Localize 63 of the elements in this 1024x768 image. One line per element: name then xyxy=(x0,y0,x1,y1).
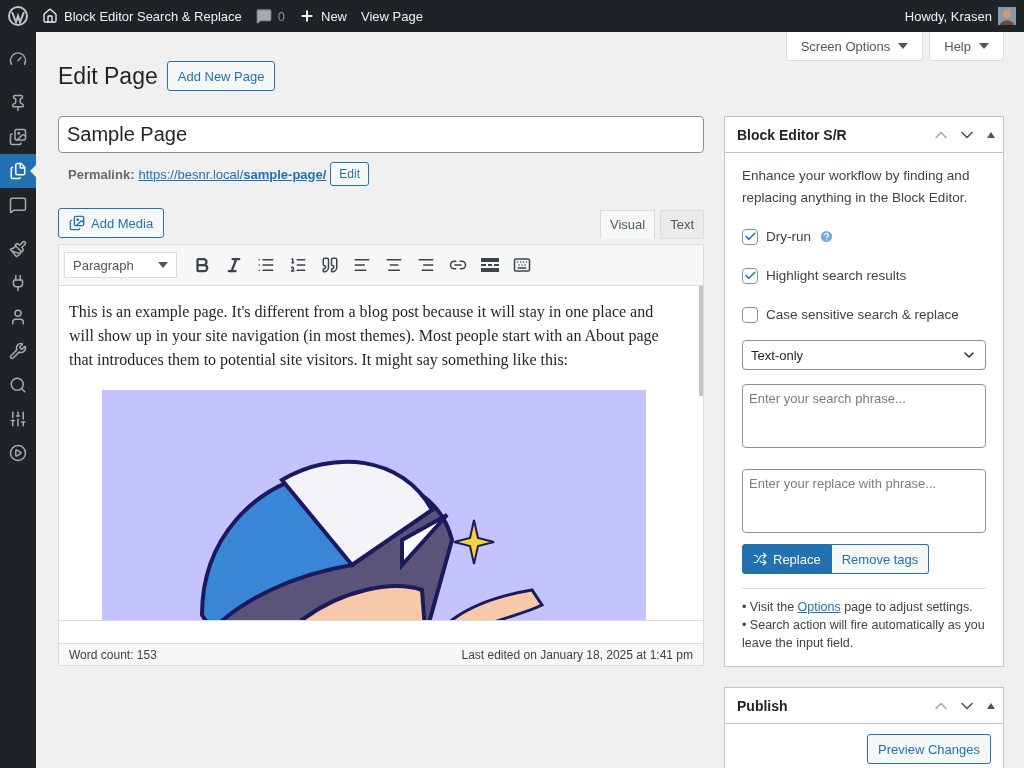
page-heading: Edit Page xyxy=(58,62,158,90)
gauge-icon xyxy=(9,50,27,68)
search-note: • Search action will fire automatically as you leave the input field. xyxy=(742,617,986,652)
search-field[interactable]: Enter your search phrase... xyxy=(742,384,986,448)
editor-tab[interactable]: Visual xyxy=(599,210,656,239)
option-label: Highlight search results xyxy=(766,268,907,283)
search-icon xyxy=(9,376,27,394)
comment-count[interactable]: 0 xyxy=(277,8,285,24)
permalink-label: Permalink: xyxy=(68,166,135,182)
option-label: Case sensitive search & replace xyxy=(766,307,959,322)
preview-changes-button[interactable]: Preview Changes xyxy=(867,734,991,764)
remove-tags-button[interactable]: Remove tags xyxy=(831,544,930,574)
plus-icon[interactable] xyxy=(299,8,315,24)
screen-meta-tab[interactable]: Screen Options xyxy=(785,32,924,61)
screen-meta-tab[interactable]: Help xyxy=(929,32,1004,61)
new-link[interactable]: New xyxy=(321,8,347,24)
edit-permalink-button[interactable]: Edit xyxy=(330,162,370,186)
brush-icon xyxy=(9,240,27,258)
collapse-icon[interactable] xyxy=(987,702,995,709)
view-page-link[interactable]: View Page xyxy=(361,8,423,24)
greeting[interactable]: Howdy, Krasen xyxy=(904,8,992,24)
comment-icon xyxy=(9,196,27,214)
wrench-icon xyxy=(9,342,27,360)
media-icon xyxy=(69,215,85,231)
checkbox[interactable] xyxy=(742,228,758,245)
scrollbar[interactable] xyxy=(699,286,703,396)
media-icon xyxy=(9,128,27,146)
caret-icon xyxy=(158,262,168,268)
pin-icon xyxy=(9,94,27,112)
word-count: Word count: 153 xyxy=(69,647,157,662)
pages-icon xyxy=(9,162,27,180)
title-field[interactable]: Sample Page xyxy=(58,116,704,153)
last-edited: Last edited on January 18, 2025 at 1:41 pm xyxy=(461,647,693,662)
replace-button[interactable]: Replace xyxy=(742,544,832,574)
add-media-button[interactable]: Add Media xyxy=(58,208,165,238)
sliders-icon xyxy=(9,410,27,428)
pointer-icon xyxy=(30,165,36,177)
options-note: • Visit the Options page to adjust settings. xyxy=(742,599,974,616)
format-select[interactable]: Paragraph xyxy=(64,252,177,278)
caret-icon xyxy=(979,43,989,49)
permalink-link[interactable]: https://besnr.local/sample-page/ xyxy=(138,166,327,182)
collapse-icon[interactable] xyxy=(987,131,995,138)
checkbox[interactable] xyxy=(742,267,758,284)
box-description: Enhance your workflow by finding and replacing anything in the Block Editor. xyxy=(742,167,971,207)
checkbox[interactable] xyxy=(742,306,758,323)
shuffle-icon xyxy=(753,552,767,566)
mode-select[interactable]: Text-only xyxy=(742,340,986,370)
box-title: Publish xyxy=(737,697,788,714)
sidebar-item[interactable] xyxy=(0,154,36,188)
play-icon xyxy=(9,444,27,462)
comment-icon[interactable] xyxy=(255,8,272,24)
option-label: Dry-run xyxy=(766,229,811,244)
add-new-page-button[interactable]: Add New Page xyxy=(166,61,276,91)
content-paragraph: This is an example page. It's different from a blog post because it will stay in one place and will show up in your site navigation (in most themes). Most people start with an About page that introduces them to potential site visitors. It might say something like this: xyxy=(69,302,660,371)
box-title: Block Editor S/R xyxy=(737,126,847,143)
editor-tab[interactable]: Text xyxy=(660,210,704,239)
avatar-icon[interactable] xyxy=(998,7,1016,25)
options-link[interactable]: Options xyxy=(797,600,841,614)
caret-icon xyxy=(898,43,909,49)
user-icon xyxy=(9,308,27,326)
wordpress-logo-icon[interactable] xyxy=(8,6,28,26)
replace-field[interactable]: Enter your replace with phrase... xyxy=(742,469,986,533)
home-icon xyxy=(42,8,58,24)
